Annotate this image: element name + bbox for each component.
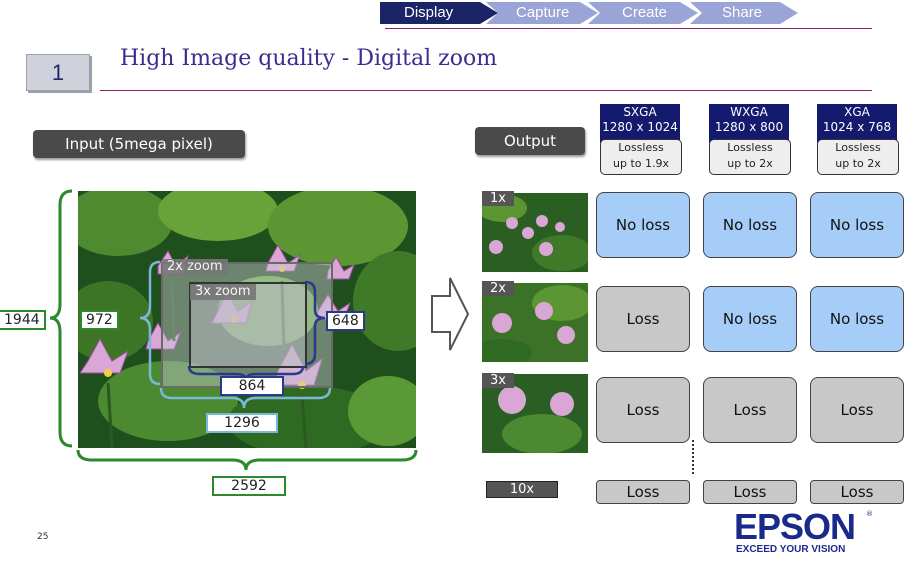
right-arrow-icon	[431, 277, 470, 351]
col-name: WXGA	[730, 105, 768, 119]
cell-2x-wxga: No loss	[703, 286, 797, 352]
col-resolution: 1280 x 800	[714, 120, 784, 134]
output-label: Output	[475, 127, 585, 155]
lossless-text: Lossless	[618, 141, 664, 154]
lossless-text: Lossless	[727, 141, 773, 154]
cell-1x-sxga: No loss	[596, 192, 690, 258]
ellipsis-dots	[692, 440, 698, 474]
cell-1x-wxga: No loss	[703, 192, 797, 258]
col-lossless-xga: Lossless up to 2x	[817, 139, 899, 175]
cell-10x-sxga: Loss	[596, 480, 690, 504]
output-row-2x: 2x	[482, 281, 514, 296]
cell-3x-wxga: Loss	[703, 377, 797, 443]
cell-3x-sxga: Loss	[596, 377, 690, 443]
dim-1296-label: 1296	[206, 413, 278, 433]
cell-3x-xga: Loss	[810, 377, 904, 443]
upto-text: up to 2x	[727, 157, 773, 170]
dim-1944-label: 1944	[0, 310, 46, 330]
cell-10x-wxga: Loss	[703, 480, 797, 504]
dim-864-label: 864	[220, 376, 284, 396]
output-row-10x: 10x	[486, 481, 558, 498]
col-header-xga: XGA 1024 x 768	[817, 104, 897, 143]
lossless-text: Lossless	[835, 141, 881, 154]
output-row-1x: 1x	[482, 191, 514, 206]
cell-2x-sxga: Loss	[596, 286, 690, 352]
col-resolution: 1280 x 1024	[602, 120, 678, 134]
dim-972-label: 972	[80, 310, 119, 330]
col-lossless-sxga: Lossless up to 1.9x	[600, 139, 682, 175]
upto-text: up to 1.9x	[613, 157, 669, 170]
page-number: 25	[37, 532, 49, 542]
epson-logo: EPSON ® EXCEED YOUR VISION	[734, 506, 874, 560]
cell-1x-xga: No loss	[810, 192, 904, 258]
registered-mark: ®	[866, 510, 873, 518]
upto-text: up to 2x	[835, 157, 881, 170]
col-header-sxga: SXGA 1280 x 1024	[600, 104, 680, 143]
cell-10x-xga: Loss	[810, 480, 904, 504]
dim-2592-label: 2592	[212, 476, 286, 496]
col-name: XGA	[844, 105, 870, 119]
dim-648-label: 648	[326, 311, 365, 331]
col-lossless-wxga: Lossless up to 2x	[709, 139, 791, 175]
epson-wordmark: EPSON	[734, 506, 856, 547]
col-header-wxga: WXGA 1280 x 800	[709, 104, 789, 143]
col-resolution: 1024 x 768	[822, 120, 892, 134]
cell-2x-xga: No loss	[810, 286, 904, 352]
epson-tagline: EXCEED YOUR VISION	[736, 544, 846, 555]
col-name: SXGA	[623, 105, 657, 119]
output-row-3x: 3x	[482, 373, 514, 388]
